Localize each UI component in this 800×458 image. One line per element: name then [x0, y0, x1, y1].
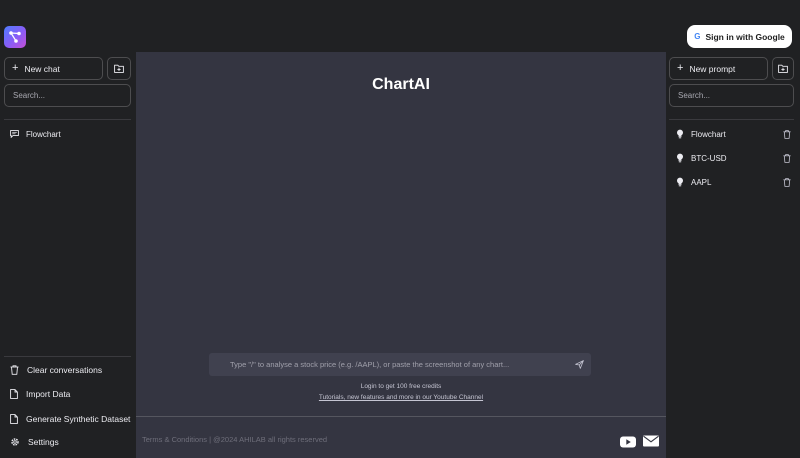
new-prompt-folder-button[interactable]	[772, 57, 794, 80]
login-note: Login to get 100 free credits	[360, 383, 442, 390]
clear-conversations-button[interactable]: Clear conversations	[10, 365, 102, 375]
import-data-button[interactable]: Import Data	[10, 389, 70, 399]
left-sidebar: + New chat Flowchart Clear conversations	[0, 52, 136, 458]
gear-icon	[11, 438, 19, 446]
prompt-input[interactable]	[209, 353, 569, 376]
prompt-box	[209, 353, 591, 376]
lightbulb-icon	[677, 153, 683, 163]
new-chat-button[interactable]: + New chat	[4, 57, 103, 80]
page-title: ChartAI	[372, 76, 430, 93]
prompt-label: AAPL	[691, 177, 712, 187]
chat-search-input[interactable]	[4, 84, 131, 107]
prompt-item-btc-usd[interactable]: BTC-USD	[676, 151, 727, 165]
top-bar: G Sign in with Google	[0, 0, 800, 52]
new-folder-button[interactable]	[107, 57, 131, 80]
import-data-label: Import Data	[26, 389, 71, 399]
settings-label: Settings	[28, 437, 59, 447]
network-icon	[9, 31, 21, 43]
plus-icon: +	[677, 62, 684, 74]
generate-synthetic-dataset-label: Generate Synthetic Dataset	[26, 414, 131, 424]
file-icon	[10, 389, 18, 399]
conversation-label: Flowchart	[26, 129, 61, 139]
lightbulb-icon	[677, 177, 683, 187]
mail-icon[interactable]	[643, 435, 659, 447]
divider	[4, 119, 131, 120]
folder-plus-icon	[114, 64, 124, 73]
delete-prompt-trash-icon[interactable]	[783, 130, 791, 139]
generate-synthetic-dataset-button[interactable]: Generate Synthetic Dataset	[10, 414, 130, 424]
lightbulb-icon	[677, 129, 683, 139]
sign-in-with-google-button[interactable]: G Sign in with Google	[687, 25, 792, 48]
prompt-item-flowchart[interactable]: Flowchart	[676, 127, 726, 141]
file-icon	[10, 414, 18, 424]
footer-divider	[136, 416, 666, 417]
conversation-item[interactable]: Flowchart	[10, 127, 61, 141]
prompt-search-input[interactable]	[669, 84, 794, 107]
divider	[669, 119, 794, 120]
delete-prompt-trash-icon[interactable]	[783, 154, 791, 163]
right-sidebar: + New prompt Flowchart BTC-USD	[666, 52, 800, 458]
prompt-label: BTC-USD	[691, 153, 727, 163]
youtube-tutorials-link[interactable]: Tutorials, new features and more in our …	[136, 394, 666, 401]
google-icon: G	[694, 32, 701, 41]
divider	[4, 356, 131, 357]
prompt-item-aapl[interactable]: AAPL	[676, 175, 711, 189]
new-prompt-button[interactable]: + New prompt	[669, 57, 768, 80]
settings-button[interactable]: Settings	[10, 437, 59, 447]
youtube-icon[interactable]	[620, 436, 636, 448]
clear-conversations-label: Clear conversations	[27, 365, 103, 375]
new-chat-label: New chat	[24, 63, 60, 74]
folder-plus-icon	[778, 64, 788, 73]
prompt-label: Flowchart	[691, 129, 726, 139]
main-panel: ChartAI Login to get 100 free credits Tu…	[136, 52, 666, 458]
footer-text[interactable]: Terms & Conditions | @2024 AHILAB all ri…	[142, 435, 327, 444]
app-logo[interactable]	[4, 26, 26, 48]
new-prompt-label: New prompt	[689, 63, 736, 74]
send-icon[interactable]	[575, 360, 584, 369]
trash-icon	[10, 365, 19, 375]
plus-icon: +	[12, 62, 19, 74]
delete-prompt-trash-icon[interactable]	[783, 178, 791, 187]
sign-in-label: Sign in with Google	[705, 31, 785, 42]
chat-bubble-icon	[10, 130, 19, 138]
